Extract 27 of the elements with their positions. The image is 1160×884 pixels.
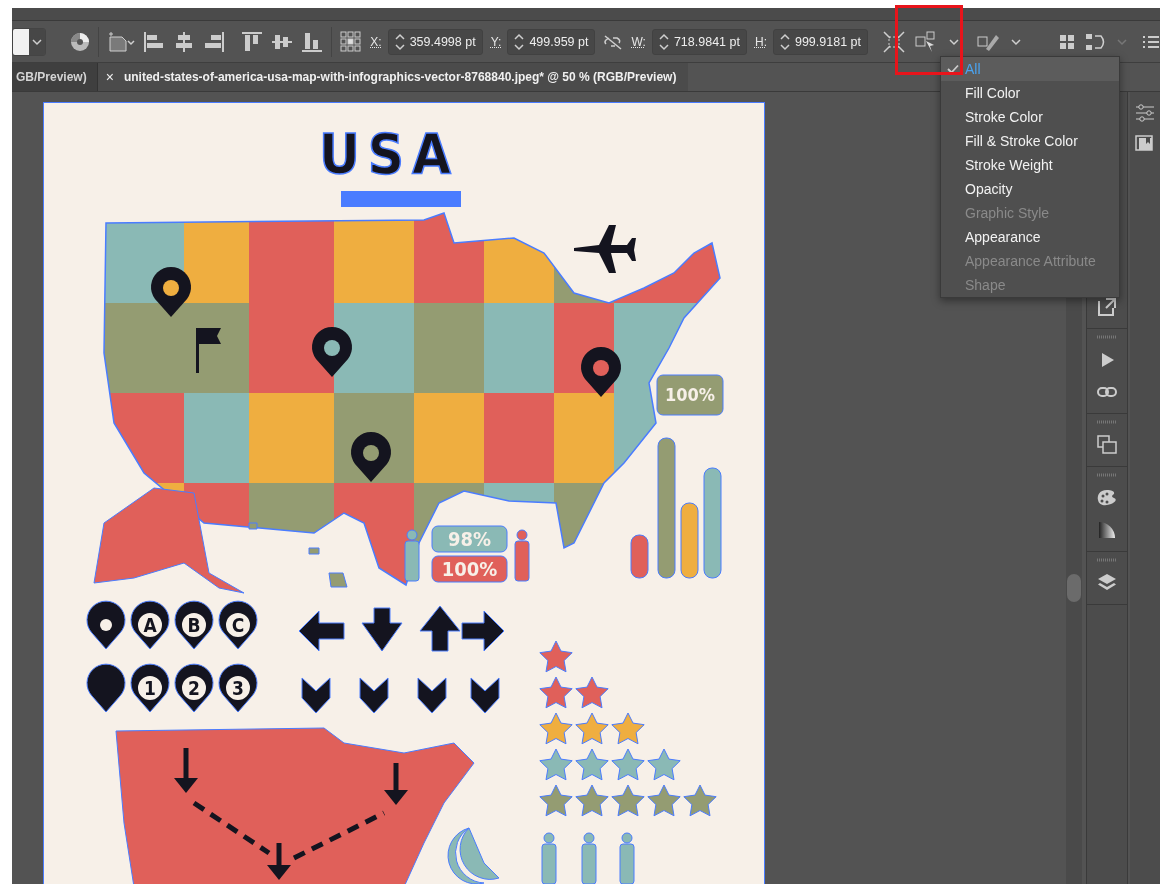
document-tab[interactable]: GB/Preview) xyxy=(12,63,97,91)
menu-item[interactable]: Stroke Weight xyxy=(941,153,1119,177)
stat-badge: 100% xyxy=(656,374,724,416)
title-text: USA xyxy=(318,121,460,186)
letter-marker: 3 xyxy=(218,663,258,713)
field-label: W: xyxy=(631,34,646,49)
letter-marker: 2 xyxy=(174,663,214,713)
menu-item[interactable]: Opacity xyxy=(941,177,1119,201)
stat-badge: 100% xyxy=(431,555,508,583)
close-button[interactable]: × xyxy=(105,69,114,85)
number-field[interactable]: 999.9181 pt xyxy=(772,28,868,55)
stat-badge: 98% xyxy=(431,525,508,553)
number-field[interactable]: 359.4998 pt xyxy=(387,28,483,55)
menu-item[interactable]: Fill & Stroke Color xyxy=(941,129,1119,153)
menu-item[interactable]: Appearance xyxy=(941,225,1119,249)
document-tab[interactable]: × united-states-of-america-usa-map-with-infographics-vector-8768840.jpeg* @ 50 % (RGB/Preview) xyxy=(96,63,689,91)
letter-marker: B xyxy=(174,600,214,650)
number-field[interactable]: 718.9841 pt xyxy=(651,28,747,55)
number-field[interactable]: 499.959 pt xyxy=(507,28,596,55)
letter-marker: A xyxy=(130,600,170,650)
letter-marker: 1 xyxy=(130,663,170,713)
menu-item[interactable]: Stroke Color xyxy=(941,105,1119,129)
letter-marker: C xyxy=(218,600,258,650)
field-label: X: xyxy=(370,34,382,49)
field-label: H: xyxy=(754,34,767,49)
menu-item[interactable]: Fill Color xyxy=(941,81,1119,105)
field-label: Y: xyxy=(490,34,502,49)
